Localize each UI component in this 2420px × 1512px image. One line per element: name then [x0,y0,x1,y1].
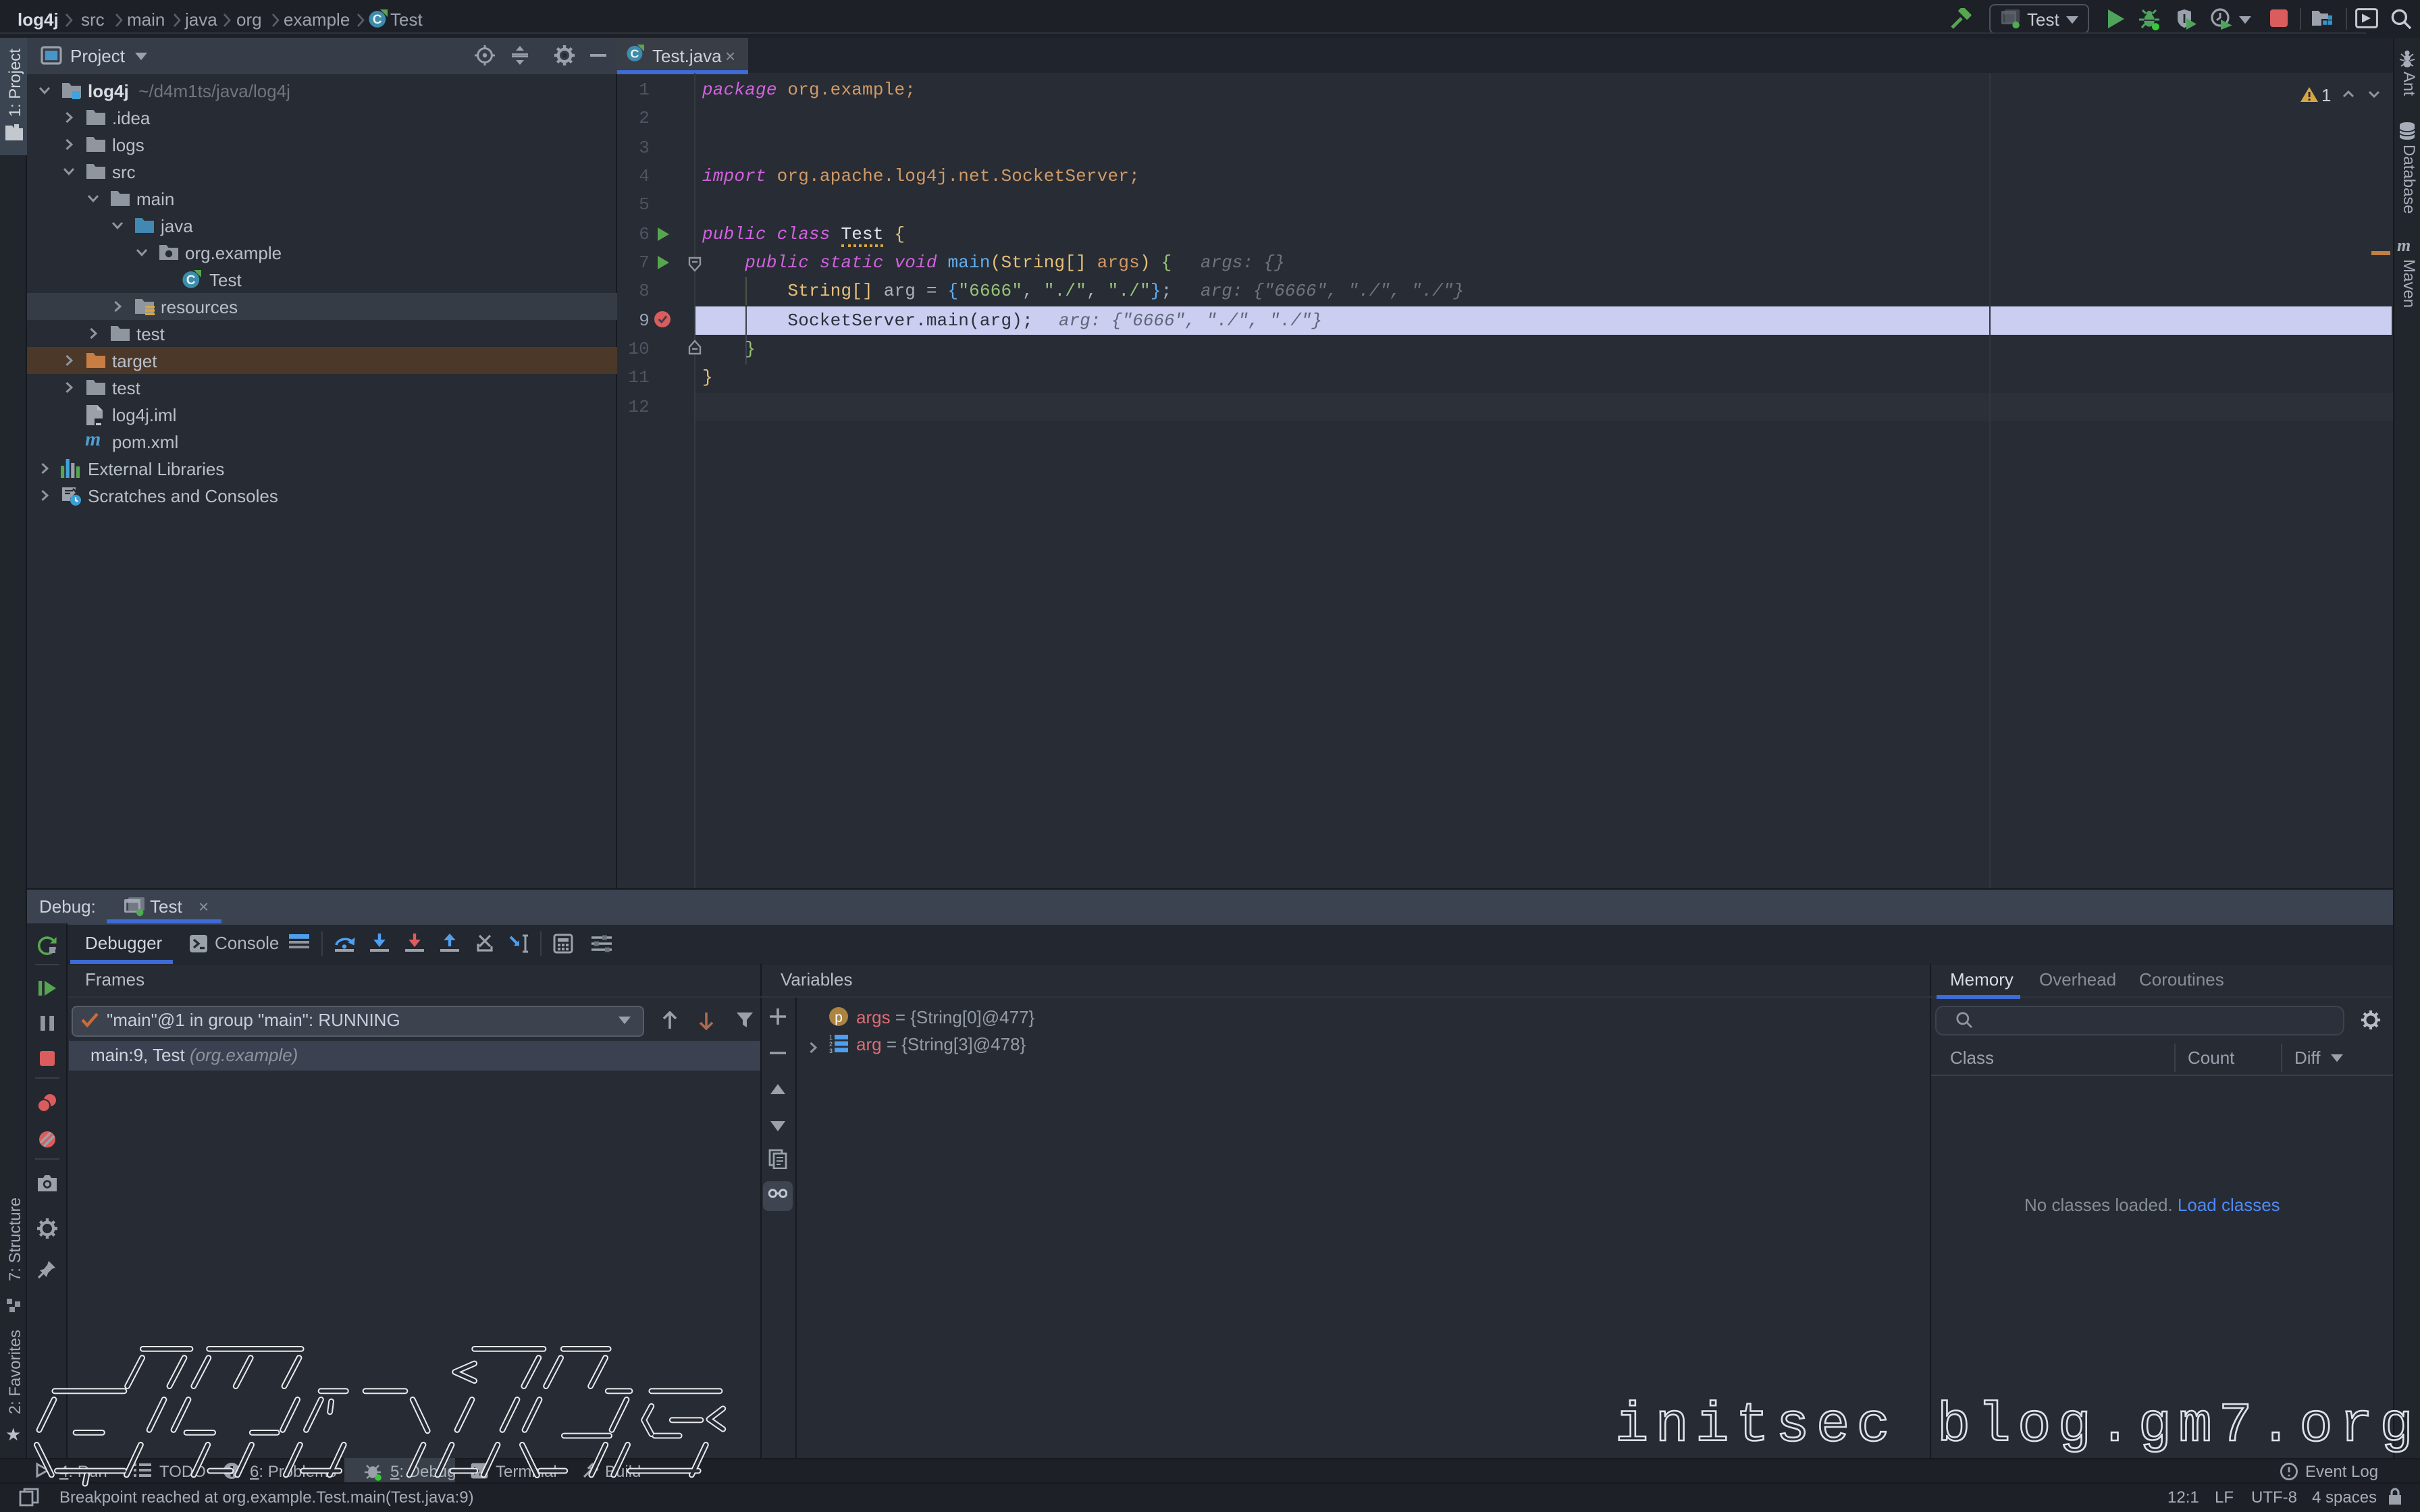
svg-text:1: 1 [829,1034,833,1041]
svg-text:p: p [835,1010,843,1025]
svg-text:C: C [186,273,196,288]
svg-text:3: 3 [829,1048,833,1054]
svg-text:C: C [631,47,639,61]
svg-text:2: 2 [829,1041,833,1048]
